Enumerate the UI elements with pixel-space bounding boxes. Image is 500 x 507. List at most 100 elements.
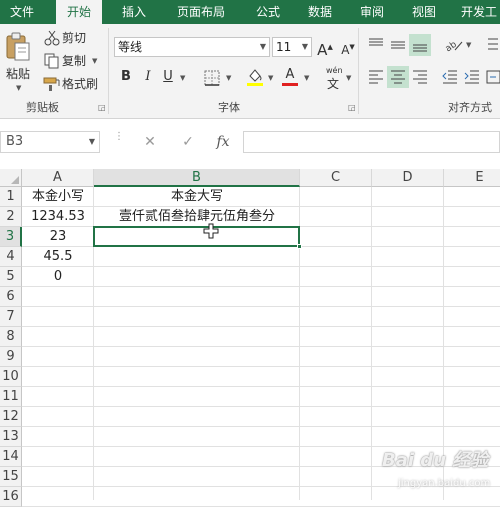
- row-header-2[interactable]: 2: [0, 207, 22, 227]
- group-divider: [108, 28, 109, 114]
- font-size-value: 11: [276, 40, 292, 54]
- column-header-a[interactable]: A: [22, 169, 94, 187]
- fill-color-icon[interactable]: [246, 67, 264, 90]
- tab-view[interactable]: 视图: [402, 0, 446, 24]
- phonetic-dropdown-icon[interactable]: ▼: [346, 74, 351, 82]
- row-header-1[interactable]: 1: [0, 187, 22, 207]
- tab-file[interactable]: 文件: [0, 0, 44, 24]
- row-header-3[interactable]: 3: [0, 227, 22, 247]
- align-right-icon[interactable]: [411, 68, 429, 89]
- font-name-combo[interactable]: 等线 ▼: [114, 37, 270, 57]
- row-header-16[interactable]: 16: [0, 487, 22, 507]
- row-header-6[interactable]: 6: [0, 287, 22, 307]
- tab-insert[interactable]: 插入: [112, 0, 156, 24]
- gridline: [371, 187, 372, 500]
- cut-button[interactable]: 剪切: [62, 28, 86, 48]
- align-left-icon[interactable]: [367, 68, 385, 89]
- fill-handle[interactable]: [297, 244, 302, 249]
- cell-a1[interactable]: 本金小写: [22, 187, 94, 206]
- cell-a5[interactable]: 0: [22, 267, 94, 286]
- font-launcher-icon[interactable]: ◲: [348, 104, 356, 112]
- row-header-4[interactable]: 4: [0, 247, 22, 267]
- copy-button[interactable]: 复制: [62, 51, 86, 71]
- watermark-logo: Bai du 经验: [382, 450, 489, 471]
- align-center-icon[interactable]: [387, 66, 409, 88]
- insert-function-button[interactable]: fx: [210, 131, 236, 153]
- paste-dropdown-icon[interactable]: ▼: [16, 84, 21, 92]
- grow-font-button[interactable]: A▲: [315, 37, 335, 59]
- cell-a2[interactable]: 1234.53: [22, 207, 94, 226]
- format-painter-button[interactable]: 格式刷: [62, 74, 98, 94]
- italic-button[interactable]: I: [138, 67, 158, 87]
- paste-icon[interactable]: [5, 32, 31, 65]
- cancel-button[interactable]: ✕: [138, 131, 162, 153]
- align-middle-icon[interactable]: [389, 36, 407, 57]
- fill-color-dropdown-icon[interactable]: ▼: [268, 74, 273, 82]
- formula-input[interactable]: [243, 131, 500, 153]
- decrease-indent-icon[interactable]: [441, 68, 459, 89]
- clipboard-launcher-icon[interactable]: ◲: [98, 104, 106, 112]
- row-header-10[interactable]: 10: [0, 367, 22, 387]
- row-header-11[interactable]: 11: [0, 387, 22, 407]
- enter-button[interactable]: ✓: [176, 131, 200, 153]
- column-header-c[interactable]: C: [300, 169, 372, 187]
- font-color-dropdown-icon[interactable]: ▼: [304, 74, 309, 82]
- font-size-combo[interactable]: 11 ▼: [272, 37, 312, 57]
- font-color-button[interactable]: A: [280, 65, 300, 85]
- tab-page-layout[interactable]: 页面布局: [166, 0, 236, 24]
- ribbon-home: 粘贴 ▼ 剪切 复制 ▼ 格式刷 剪贴板 ◲ 等线 ▼ 11 ▼ A▲ A▼ B…: [0, 24, 500, 119]
- tab-review[interactable]: 审阅: [350, 0, 394, 24]
- column-header-d[interactable]: D: [372, 169, 444, 187]
- gridline: [22, 286, 500, 287]
- align-top-icon[interactable]: [367, 36, 385, 57]
- row-header-7[interactable]: 7: [0, 307, 22, 327]
- svg-text:ab: ab: [444, 40, 459, 54]
- underline-button[interactable]: U: [158, 67, 178, 87]
- copy-dropdown-icon[interactable]: ▼: [92, 57, 97, 65]
- wrap-text-icon[interactable]: [486, 36, 500, 57]
- paste-button[interactable]: 粘贴: [6, 64, 30, 84]
- selected-cell-border[interactable]: [93, 226, 300, 247]
- gridline: [22, 326, 500, 327]
- row-header-5[interactable]: 5: [0, 267, 22, 287]
- orientation-dropdown-icon[interactable]: ▼: [466, 41, 471, 49]
- tab-formulas[interactable]: 公式: [246, 0, 290, 24]
- row-header-8[interactable]: 8: [0, 327, 22, 347]
- cell-a4[interactable]: 45.5: [22, 247, 94, 266]
- increase-indent-icon[interactable]: [463, 68, 481, 89]
- group-divider: [358, 28, 359, 114]
- cell-a3[interactable]: 23: [22, 227, 94, 246]
- gridline: [22, 406, 500, 407]
- font-color-swatch: [282, 83, 298, 86]
- grip-icon[interactable]: ⋮: [114, 132, 124, 149]
- phonetic-guide-icon[interactable]: wén 文: [324, 66, 346, 91]
- shrink-font-button[interactable]: A▼: [338, 37, 358, 57]
- formula-bar: B3 ▼ ⋮ ✕ ✓ fx: [0, 119, 500, 169]
- tab-data[interactable]: 数据: [298, 0, 342, 24]
- gridline: [22, 306, 500, 307]
- merge-center-icon[interactable]: [486, 68, 500, 89]
- cell-b2[interactable]: 壹仟贰佰叁拾肆元伍角叁分: [94, 207, 300, 226]
- row-header-12[interactable]: 12: [0, 407, 22, 427]
- cell-b1[interactable]: 本金大写: [94, 187, 300, 206]
- font-color-icon: A: [285, 67, 295, 82]
- column-header-b[interactable]: B: [94, 169, 300, 187]
- borders-dropdown-icon[interactable]: ▼: [226, 74, 231, 82]
- name-box-value: B3: [6, 134, 24, 149]
- row-header-9[interactable]: 9: [0, 347, 22, 367]
- underline-dropdown-icon[interactable]: ▼: [180, 74, 185, 82]
- borders-icon[interactable]: [204, 70, 220, 89]
- phonetic-label: wén: [326, 66, 343, 75]
- select-all-button[interactable]: [0, 169, 22, 187]
- tab-developer[interactable]: 开发工: [454, 0, 500, 24]
- font-group-label: 字体: [218, 101, 240, 114]
- row-header-13[interactable]: 13: [0, 427, 22, 447]
- tab-home[interactable]: 开始: [56, 0, 102, 24]
- name-box[interactable]: B3 ▼: [0, 131, 100, 153]
- bold-button[interactable]: B: [116, 67, 136, 87]
- column-header-e[interactable]: E: [444, 169, 500, 187]
- row-header-14[interactable]: 14: [0, 447, 22, 467]
- align-bottom-icon[interactable]: [409, 34, 431, 56]
- row-header-15[interactable]: 15: [0, 467, 22, 487]
- orientation-icon[interactable]: ab: [443, 36, 465, 57]
